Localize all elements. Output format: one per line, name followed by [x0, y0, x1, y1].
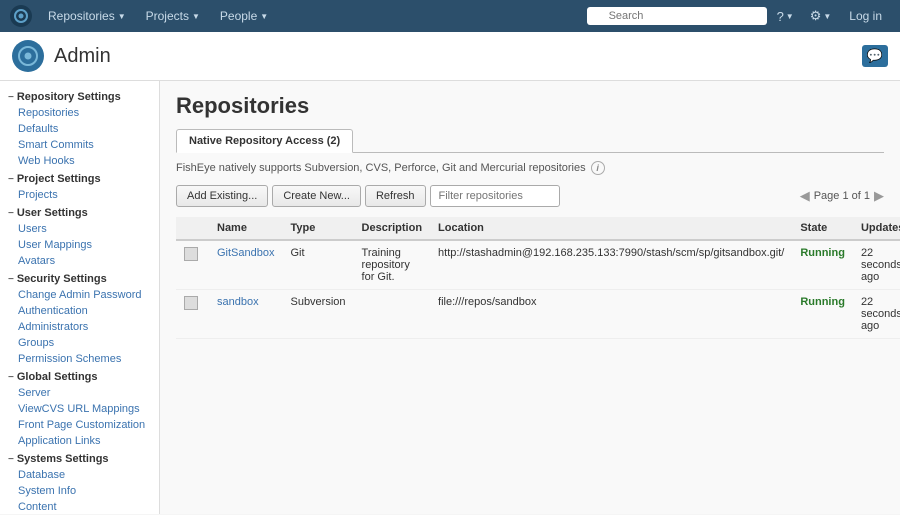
tab-bar: Native Repository Access (2): [176, 129, 884, 153]
add-existing-button[interactable]: Add Existing...: [176, 185, 268, 207]
sidebar-section-user-settings: − User Settings: [0, 203, 159, 221]
sidebar-link-front-page[interactable]: Front Page Customization: [0, 417, 159, 433]
collapse-security-settings[interactable]: −: [8, 274, 14, 285]
sidebar-link-authentication[interactable]: Authentication: [0, 303, 159, 319]
repo-link-gitsandbox[interactable]: GitSandbox: [217, 247, 274, 259]
sidebar-link-smart-commits[interactable]: Smart Commits: [0, 137, 159, 153]
repositories-table: Name Type Description Location State Upd…: [176, 217, 900, 339]
app-header: Admin 💬: [0, 32, 900, 81]
create-new-button[interactable]: Create New...: [272, 185, 361, 207]
settings-chevron-icon: ▼: [823, 12, 831, 21]
collapse-project-settings[interactable]: −: [8, 174, 14, 185]
info-icon: i: [591, 161, 605, 175]
sidebar-link-groups[interactable]: Groups: [0, 335, 159, 351]
col-location: Location: [430, 217, 792, 240]
col-name: Name: [209, 217, 282, 240]
main-content: Repositories Native Repository Access (2…: [160, 81, 900, 514]
toolbar: Add Existing... Create New... Refresh ◀ …: [176, 185, 884, 207]
nav-people[interactable]: People ▼: [212, 0, 276, 32]
sidebar-link-database[interactable]: Database: [0, 467, 159, 483]
collapse-repository-settings[interactable]: −: [8, 92, 14, 103]
nav-repositories[interactable]: Repositories ▼: [40, 0, 134, 32]
tab-native-repository-access[interactable]: Native Repository Access (2): [176, 129, 353, 153]
sidebar-link-user-mappings[interactable]: User Mappings: [0, 237, 159, 253]
sidebar-section-systems-settings: − Systems Settings: [0, 449, 159, 467]
main-layout: − Repository Settings Repositories Defau…: [0, 81, 900, 514]
col-updates: Updates: [853, 217, 900, 240]
filter-repositories-input[interactable]: [430, 185, 560, 207]
pagination: ◀ Page 1 of 1 ▶: [800, 188, 884, 204]
people-chevron-icon: ▼: [260, 12, 268, 21]
sidebar-section-global-settings: − Global Settings: [0, 367, 159, 385]
chat-icon: 💬: [867, 48, 883, 64]
collapse-systems-settings[interactable]: −: [8, 454, 14, 465]
repo-icon-git: [184, 247, 198, 261]
repositories-chevron-icon: ▼: [118, 12, 126, 21]
sidebar-section-project-settings: − Project Settings: [0, 169, 159, 187]
sidebar-link-defaults[interactable]: Defaults: [0, 121, 159, 137]
sidebar-link-change-admin-password[interactable]: Change Admin Password: [0, 287, 159, 303]
sidebar-link-administrators[interactable]: Administrators: [0, 319, 159, 335]
login-button[interactable]: Log in: [841, 0, 890, 32]
search-wrap: 🔍: [587, 7, 767, 25]
sidebar-link-web-hooks[interactable]: Web Hooks: [0, 153, 159, 169]
col-description: Description: [354, 217, 431, 240]
sidebar-section-repository-settings: − Repository Settings: [0, 87, 159, 105]
nav-projects[interactable]: Projects ▼: [138, 0, 208, 32]
info-bar: FishEye natively supports Subversion, CV…: [176, 161, 884, 175]
help-button[interactable]: ? ▼: [771, 0, 800, 32]
state-badge-sandbox: Running: [800, 296, 845, 308]
collapse-user-settings[interactable]: −: [8, 208, 14, 219]
sidebar-link-users[interactable]: Users: [0, 221, 159, 237]
table-row: GitSandbox Git Training repository for G…: [176, 240, 900, 290]
sidebar-link-avatars[interactable]: Avatars: [0, 253, 159, 269]
app-logo-nav[interactable]: [10, 5, 32, 27]
sidebar-link-system-info[interactable]: System Info: [0, 483, 159, 499]
sidebar-link-application-links[interactable]: Application Links: [0, 433, 159, 449]
col-type: Type: [282, 217, 353, 240]
next-page-button[interactable]: ▶: [874, 188, 884, 204]
search-input[interactable]: [587, 7, 767, 25]
col-icon: [176, 217, 209, 240]
help-chevron-icon: ▼: [786, 12, 794, 21]
sidebar-link-repositories[interactable]: Repositories: [0, 105, 159, 121]
sidebar-link-projects[interactable]: Projects: [0, 187, 159, 203]
table-row: sandbox Subversion file:///repos/sandbox…: [176, 290, 900, 339]
collapse-global-settings[interactable]: −: [8, 372, 14, 383]
projects-chevron-icon: ▼: [192, 12, 200, 21]
col-state: State: [792, 217, 853, 240]
sidebar-link-server[interactable]: Server: [0, 385, 159, 401]
repo-link-sandbox[interactable]: sandbox: [217, 296, 259, 308]
state-badge-gitsandbox: Running: [800, 247, 845, 259]
app-logo: [12, 40, 44, 72]
repo-icon-svn: [184, 296, 198, 310]
sidebar-section-security-settings: − Security Settings: [0, 269, 159, 287]
top-navigation: Repositories ▼ Projects ▼ People ▼ 🔍 ? ▼…: [0, 0, 900, 32]
sidebar-link-content[interactable]: Content: [0, 499, 159, 514]
sidebar-link-permission-schemes[interactable]: Permission Schemes: [0, 351, 159, 367]
sidebar-link-viewcvs[interactable]: ViewCVS URL Mappings: [0, 401, 159, 417]
chat-icon-button[interactable]: 💬: [862, 45, 888, 67]
page-title: Repositories: [176, 93, 884, 119]
refresh-button[interactable]: Refresh: [365, 185, 426, 207]
app-title: Admin: [54, 45, 111, 68]
settings-button[interactable]: ⚙ ▼: [804, 0, 838, 32]
sidebar: − Repository Settings Repositories Defau…: [0, 81, 160, 514]
previous-page-button[interactable]: ◀: [800, 188, 810, 204]
